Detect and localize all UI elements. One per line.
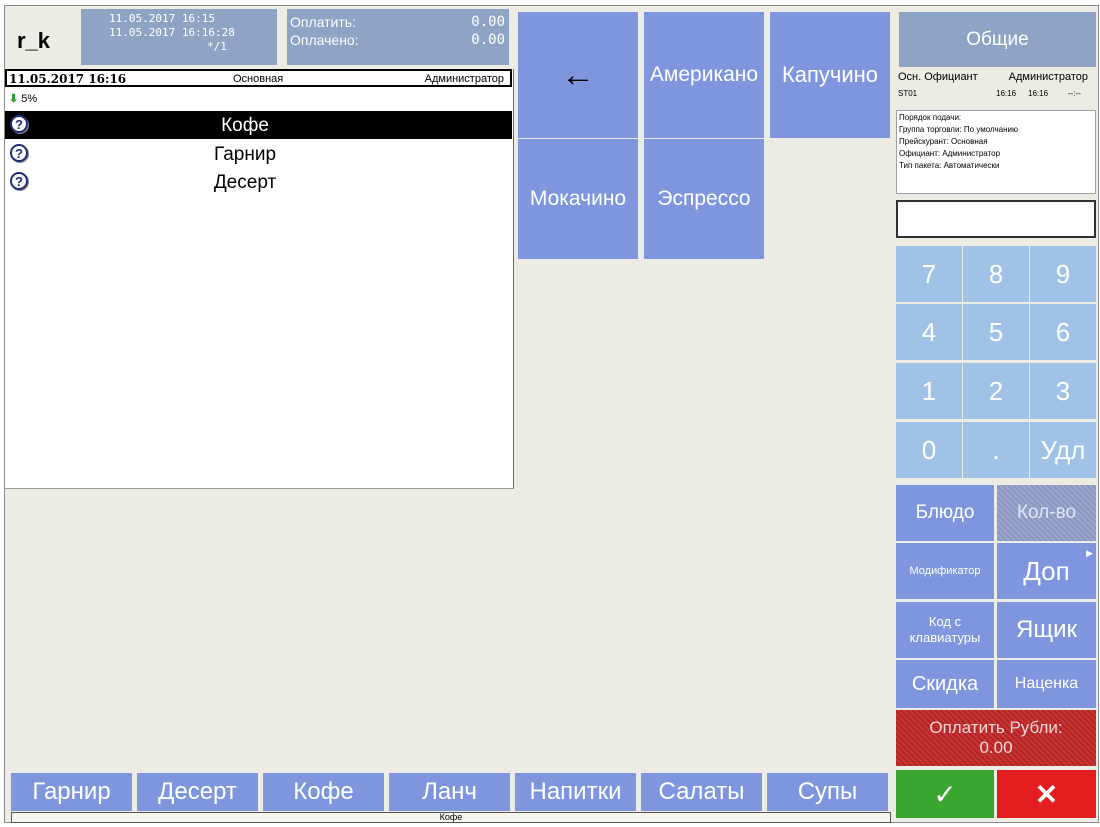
time-1: 16:16 (996, 89, 1017, 98)
product-espresso-button[interactable]: Эспрессо (644, 139, 764, 259)
pay-value: 0.00 (979, 738, 1013, 757)
quantity-button[interactable]: Кол-во (997, 485, 1096, 541)
modifier-button[interactable]: Модификатор (896, 543, 994, 599)
order-header-bar: 11.05.2017 16:16 Основная Администратор (5, 69, 512, 87)
keyboard-code-button[interactable]: Код с клавиатуры (896, 602, 994, 658)
product-cappuccino-button[interactable]: Капучино (770, 12, 890, 138)
numpad-key-3[interactable]: 3 (1030, 363, 1096, 419)
status-bar: Кофе (11, 812, 891, 823)
order-timestamp-box: 11.05.2017 16:15 11.05.2017 16:16:28 */1 (81, 9, 277, 65)
time-3: --:-- (1068, 89, 1081, 98)
opened-at: 11.05.2017 16:15 (109, 12, 215, 25)
numpad-key-2[interactable]: 2 (963, 363, 1029, 419)
numpad-key-0[interactable]: 0 (896, 422, 962, 478)
category-garnish-tab[interactable]: Гарнир (11, 773, 132, 811)
numpad-key-5[interactable]: 5 (963, 304, 1029, 360)
details-line: Официант: Администратор (899, 149, 1001, 158)
waiter-label: Администратор (424, 73, 504, 85)
order-date: 11.05.2017 16:16 (9, 72, 127, 86)
numpad-key-1[interactable]: 1 (896, 363, 962, 419)
back-button[interactable]: ← (518, 12, 638, 138)
cancel-button[interactable]: ✕ (997, 770, 1096, 818)
close-icon: ✕ (1034, 778, 1059, 810)
order-item-row[interactable]: ? Кофе (5, 111, 512, 139)
dish-button[interactable]: Блюдо (896, 485, 994, 541)
cash-drawer-button[interactable]: Ящик (997, 602, 1096, 658)
discount-indicator: ⬇ 5% (9, 92, 37, 105)
category-dessert-tab[interactable]: Десерт (137, 773, 258, 811)
paid-label: Оплачено: (290, 32, 359, 48)
confirm-button[interactable]: ✓ (896, 770, 994, 818)
arrow-down-icon: ⬇ (9, 93, 19, 105)
numpad-key-8[interactable]: 8 (963, 246, 1029, 302)
details-line: Тип пакета: Автоматически (899, 161, 1000, 170)
product-americano-button[interactable]: Американо (644, 12, 764, 138)
numpad-key-dot[interactable]: . (963, 422, 1029, 478)
station-id: ST01 (898, 89, 918, 98)
waiter-role: Осн. Официант (898, 71, 978, 83)
order-details: Порядок подачи: Группа торговли: По умол… (896, 110, 1096, 194)
logo: r_k (17, 28, 51, 53)
product-mocaccino-button[interactable]: Мокачино (518, 139, 638, 259)
pay-label: Оплатить Рубли: (929, 718, 1063, 737)
payment-summary-box: Оплатить: 0.00 Оплачено: 0.00 (287, 9, 509, 65)
extra-button[interactable]: Доп ▶ (997, 543, 1096, 599)
status-text: Кофе (439, 812, 463, 822)
order-item-name: Гарнир (213, 144, 277, 165)
numpad-key-6[interactable]: 6 (1030, 304, 1096, 360)
order-item-name: Десерт (213, 172, 277, 193)
check-icon: ✓ (933, 778, 957, 810)
discount-button[interactable]: Скидка (896, 660, 994, 708)
markup-button[interactable]: Наценка (997, 660, 1096, 708)
waiter-name: Администратор (1008, 71, 1088, 83)
price-list-label: Основная (233, 73, 284, 85)
updated-at: 11.05.2017 16:16:28 (109, 26, 235, 39)
category-coffee-tab[interactable]: Кофе (263, 773, 384, 811)
paid-value: 0.00 (471, 32, 505, 48)
to-pay-value: 0.00 (471, 14, 505, 30)
order-panel: 11.05.2017 16:16 Основная Администратор … (5, 69, 514, 489)
category-lunch-tab[interactable]: Ланч (389, 773, 510, 811)
numeric-input[interactable] (896, 200, 1096, 238)
pay-rubles-button[interactable]: Оплатить Рубли: 0.00 (896, 710, 1096, 766)
order-item-row[interactable]: ? Десерт (5, 169, 512, 197)
details-line: Прейскурант: Основная (899, 137, 988, 146)
category-soups-tab[interactable]: Супы (767, 773, 888, 811)
numpad-key-4[interactable]: 4 (896, 304, 962, 360)
order-item-row[interactable]: ? Гарнир (5, 141, 512, 169)
waiter-info: Осн. Официант Администратор ST01 16:16 1… (896, 68, 1096, 106)
extra-label: Доп (1023, 555, 1070, 586)
group-title: Общие (899, 12, 1096, 67)
time-2: 16:16 (1028, 89, 1049, 98)
app-window: r_k 11.05.2017 16:15 11.05.2017 16:16:28… (4, 5, 1099, 823)
guest-info: */1 (207, 40, 227, 53)
details-line: Группа торговли: По умолчанию (899, 125, 1018, 134)
numpad-key-delete[interactable]: Удл (1030, 422, 1096, 478)
triangle-right-icon: ▶ (1086, 548, 1093, 558)
numpad-key-9[interactable]: 9 (1030, 246, 1096, 302)
discount-value: 5% (21, 93, 38, 105)
to-pay-label: Оплатить: (290, 14, 356, 30)
numpad-key-7[interactable]: 7 (896, 246, 962, 302)
details-line: Порядок подачи: (899, 113, 962, 122)
category-salads-tab[interactable]: Салаты (641, 773, 762, 811)
arrow-left-icon: ← (561, 55, 595, 94)
order-item-name: Кофе (221, 115, 269, 136)
category-drinks-tab[interactable]: Напитки (515, 773, 636, 811)
